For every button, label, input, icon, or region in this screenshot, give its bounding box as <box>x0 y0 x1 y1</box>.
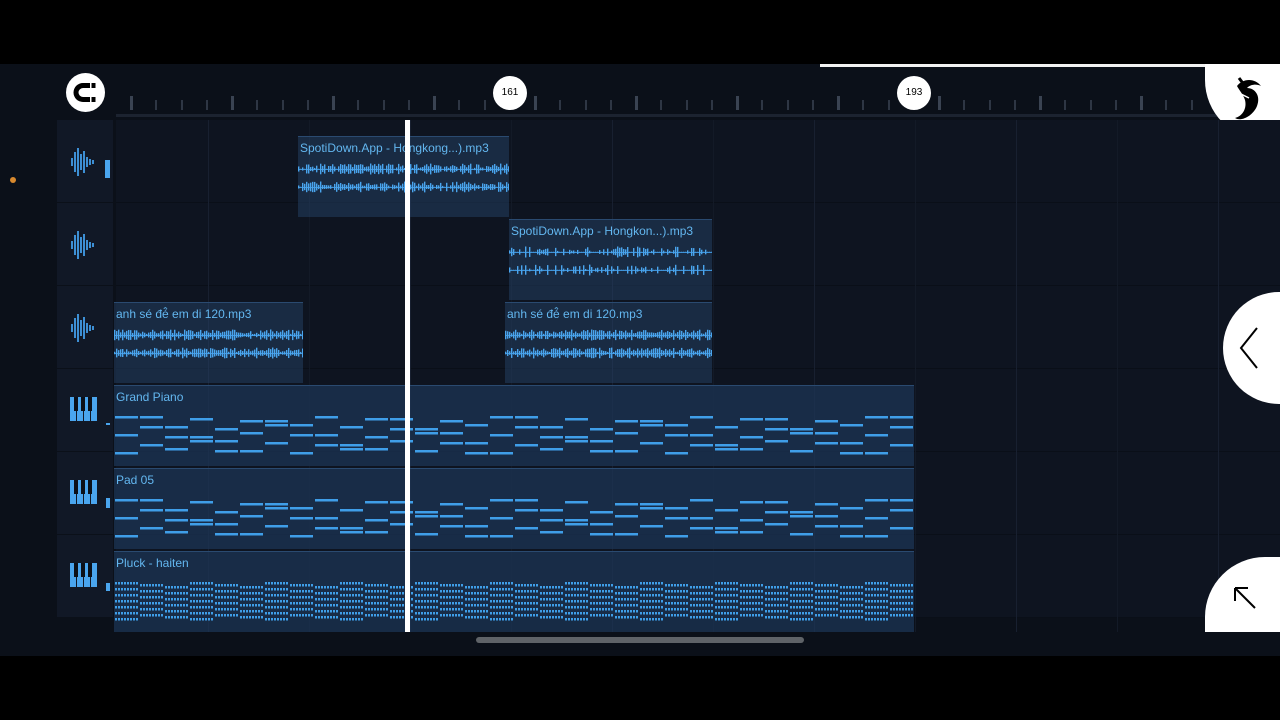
magnet-icon <box>73 83 96 102</box>
ruler-tick <box>458 100 461 110</box>
chevron-left-icon <box>1239 327 1258 369</box>
collapse-panel-button[interactable] <box>1223 292 1280 404</box>
grid-line <box>1218 120 1219 632</box>
ruler-tick <box>483 100 486 110</box>
note-pattern <box>115 499 913 538</box>
ruler-tick <box>862 100 865 110</box>
pattern-clip-grand-piano[interactable]: Grand Piano <box>114 385 914 466</box>
track-header-5[interactable] <box>57 452 113 535</box>
grid-line <box>1016 120 1017 632</box>
ruler-tick <box>786 100 789 110</box>
piano-keys-icon <box>70 480 110 508</box>
ruler-tick <box>837 96 840 110</box>
clip-label: Pluck - haiten <box>116 556 189 570</box>
track-header-column <box>57 120 114 632</box>
waveform <box>298 163 509 193</box>
track-header-6[interactable] <box>57 535 113 618</box>
ruler-tick <box>938 96 941 110</box>
ruler-tick <box>559 100 562 110</box>
ruler-tick <box>1140 96 1143 110</box>
track-header-2[interactable] <box>57 203 113 286</box>
ruler-tick <box>407 100 410 110</box>
lane-1[interactable] <box>116 120 1280 203</box>
audio-waveform-icon <box>71 231 94 259</box>
ruler-tick <box>281 100 284 110</box>
playlist-screen: 161 193 SpotiDown.App - Hongkong...).mp3… <box>0 64 1280 656</box>
ruler-tick <box>584 100 587 110</box>
audio-waveform-icon <box>71 148 110 178</box>
ruler-tick <box>1039 96 1042 110</box>
waveform <box>505 329 712 359</box>
pattern-clip-pad-05[interactable]: Pad 05 <box>114 468 914 549</box>
audio-clip-anh-se-de-em-di-1[interactable]: anh sé đé̂ em di 120.mp3 <box>114 302 303 383</box>
ruler-tick <box>205 100 208 110</box>
track-header-4[interactable] <box>57 369 113 452</box>
ruler-tick <box>609 100 612 110</box>
track-header-1[interactable] <box>57 120 113 203</box>
ruler-tick <box>660 100 663 110</box>
clip-label: anh sé đé̂ em di 120.mp3 <box>507 307 643 321</box>
arrow-up-left-icon <box>1234 587 1256 609</box>
ruler-tick <box>433 96 436 110</box>
piano-keys-icon <box>70 397 110 425</box>
clip-label: Grand Piano <box>116 390 184 404</box>
track-header-3[interactable] <box>57 286 113 369</box>
ruler-tick <box>887 100 890 110</box>
clip-label: SpotiDown.App - Hongkon...).mp3 <box>511 224 694 238</box>
ruler-tick <box>256 100 259 110</box>
ruler-tick <box>963 100 966 110</box>
audio-waveform-icon <box>71 314 94 342</box>
ruler-tick <box>332 96 335 110</box>
pattern-clip-pluck-haiten[interactable]: Pluck - haiten <box>114 551 914 632</box>
fullscreen-button[interactable] <box>1205 557 1280 632</box>
home-indicator-bar[interactable] <box>476 637 804 643</box>
note-pattern <box>115 416 913 455</box>
ruler-tick <box>635 96 638 110</box>
ruler-tick <box>357 100 360 110</box>
ruler-tick <box>382 100 385 110</box>
note-pattern <box>115 582 913 621</box>
ruler-tick <box>180 100 183 110</box>
audio-clip-hongkong-2[interactable]: SpotiDown.App - Hongkon...).mp3 <box>509 219 712 300</box>
ruler-tick <box>1165 100 1168 110</box>
ruler-tick <box>1114 100 1117 110</box>
timeline-ruler[interactable] <box>116 64 1280 118</box>
snap-magnet-button[interactable] <box>66 73 105 112</box>
ruler-tick <box>231 96 234 110</box>
ruler-tick <box>1089 100 1092 110</box>
audio-clip-anh-se-de-em-di-2[interactable]: anh sé đé̂ em di 120.mp3 <box>505 302 712 383</box>
ruler-tick <box>534 96 537 110</box>
ruler-tick <box>155 100 158 110</box>
ruler-tick <box>988 100 991 110</box>
bar-marker-193[interactable]: 193 <box>897 76 931 110</box>
ruler-tick <box>736 96 739 110</box>
ruler-tick <box>685 100 688 110</box>
ruler-tick <box>710 100 713 110</box>
clip-label: SpotiDown.App - Hongkong...).mp3 <box>300 141 489 155</box>
bar-marker-161[interactable]: 161 <box>493 76 527 110</box>
audio-clip-hongkong-1[interactable]: SpotiDown.App - Hongkong...).mp3 <box>298 136 509 217</box>
clip-label: anh sé đé̂ em di 120.mp3 <box>116 307 252 321</box>
grid-line <box>915 120 916 632</box>
status-dot <box>10 177 16 183</box>
waveform <box>509 246 712 276</box>
grid-line <box>1117 120 1118 632</box>
piano-keys-icon <box>70 563 110 591</box>
ruler-tick <box>1013 100 1016 110</box>
ruler-tick <box>811 100 814 110</box>
app-window: 161 193 SpotiDown.App - Hongkong...).mp3… <box>0 0 1280 720</box>
ruler-tick <box>1064 100 1067 110</box>
ruler-tick <box>306 100 309 110</box>
ruler-tick <box>761 100 764 110</box>
ruler-tick <box>1190 100 1193 110</box>
clip-label: Pad 05 <box>116 473 155 487</box>
ruler-baseline <box>116 114 1280 117</box>
playhead[interactable] <box>405 120 410 632</box>
waveform <box>114 329 303 359</box>
ruler-tick <box>130 96 133 110</box>
